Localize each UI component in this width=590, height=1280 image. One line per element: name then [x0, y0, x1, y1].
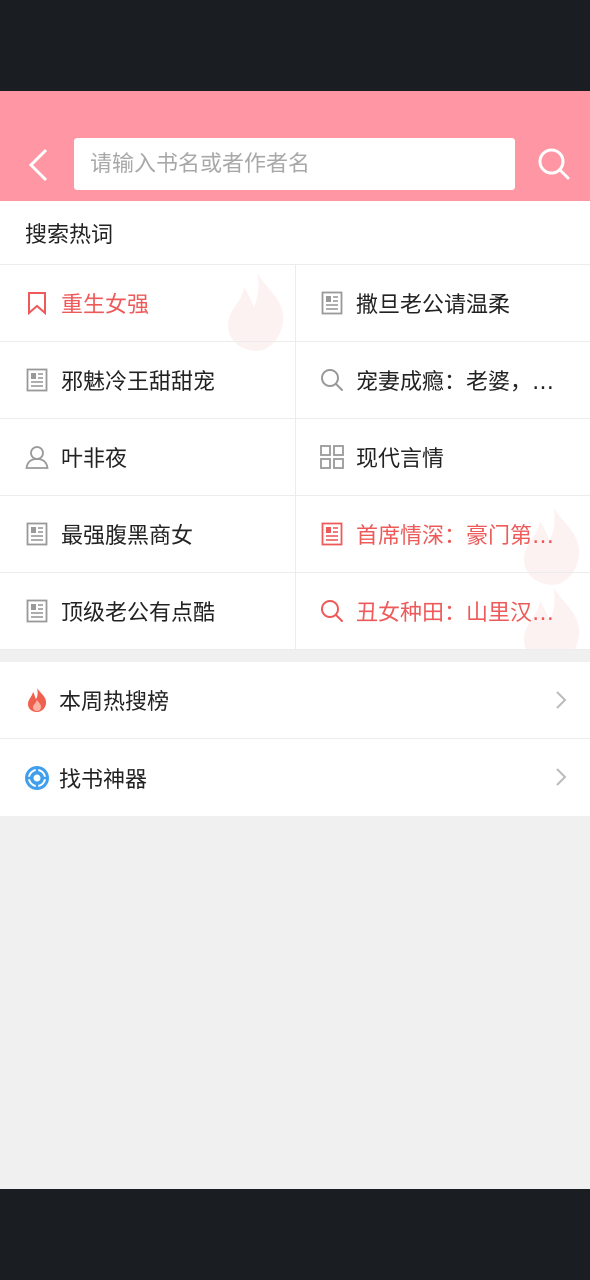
hot-word-label: 首席情深：豪门第… — [356, 524, 555, 549]
hot-word-item[interactable]: 重生女强 — [0, 265, 295, 342]
search-button[interactable] — [532, 142, 576, 186]
hot-word-item[interactable]: 邪魅冷王甜甜宠 — [0, 342, 295, 419]
hot-word-item[interactable]: 叶非夜 — [0, 419, 295, 496]
book-icon — [320, 291, 344, 315]
hot-word-label: 撒旦老公请温柔 — [356, 293, 511, 318]
book-icon — [25, 522, 49, 546]
hot-word-item[interactable]: 顶级老公有点酷 — [0, 573, 295, 650]
search-icon — [538, 148, 570, 180]
weekly-hot-search-row[interactable]: 本周热搜榜 — [0, 662, 590, 739]
book-icon — [320, 522, 344, 546]
book-finder-row[interactable]: 找书神器 — [0, 739, 590, 816]
search-icon — [320, 368, 344, 392]
book-icon — [25, 368, 49, 392]
hot-word-label: 叶非夜 — [61, 447, 128, 472]
hot-word-label: 重生女强 — [61, 293, 150, 318]
hot-word-label: 现代言情 — [356, 447, 445, 472]
bookmark-icon — [25, 291, 49, 315]
hot-word-label: 宠妻成瘾：老婆，… — [356, 370, 555, 395]
status-bar — [0, 0, 590, 91]
hot-word-item[interactable]: 丑女种田：山里汉… — [295, 573, 590, 650]
hot-word-label: 邪魅冷王甜甜宠 — [61, 370, 216, 395]
search-icon — [320, 599, 344, 623]
feature-menu: 本周热搜榜 找书神器 — [0, 662, 590, 816]
search-input[interactable] — [74, 138, 515, 190]
hot-word-item[interactable]: 宠妻成瘾：老婆，… — [295, 342, 590, 419]
back-button[interactable] — [18, 145, 58, 185]
content-area: 搜索热词 重生女强 撒旦老公请温柔 邪魅冷王甜甜宠 宠妻成瘾：老婆，… 叶非夜 … — [0, 201, 590, 1189]
flame-icon — [24, 687, 50, 713]
hot-words-title: 搜索热词 — [0, 201, 590, 265]
menu-label: 本周热搜榜 — [59, 690, 170, 715]
section-divider — [0, 650, 590, 662]
hot-word-label: 丑女种田：山里汉… — [356, 601, 555, 626]
grid-icon — [320, 445, 344, 469]
compass-icon — [24, 765, 50, 791]
hot-word-item[interactable]: 首席情深：豪门第… — [295, 496, 590, 573]
user-icon — [25, 445, 49, 469]
chevron-left-icon — [28, 148, 48, 182]
chevron-right-icon — [556, 768, 567, 786]
hot-word-label: 最强腹黑商女 — [61, 524, 194, 549]
hot-word-label: 顶级老公有点酷 — [61, 601, 216, 626]
system-nav-bar — [0, 1189, 590, 1280]
hot-words-grid: 重生女强 撒旦老公请温柔 邪魅冷王甜甜宠 宠妻成瘾：老婆，… 叶非夜 现代言情 … — [0, 265, 590, 650]
hot-word-item[interactable]: 现代言情 — [295, 419, 590, 496]
book-icon — [25, 599, 49, 623]
chevron-right-icon — [556, 691, 567, 709]
menu-label: 找书神器 — [59, 767, 148, 793]
hot-word-item[interactable]: 最强腹黑商女 — [0, 496, 295, 573]
hot-word-item[interactable]: 撒旦老公请温柔 — [295, 265, 590, 342]
